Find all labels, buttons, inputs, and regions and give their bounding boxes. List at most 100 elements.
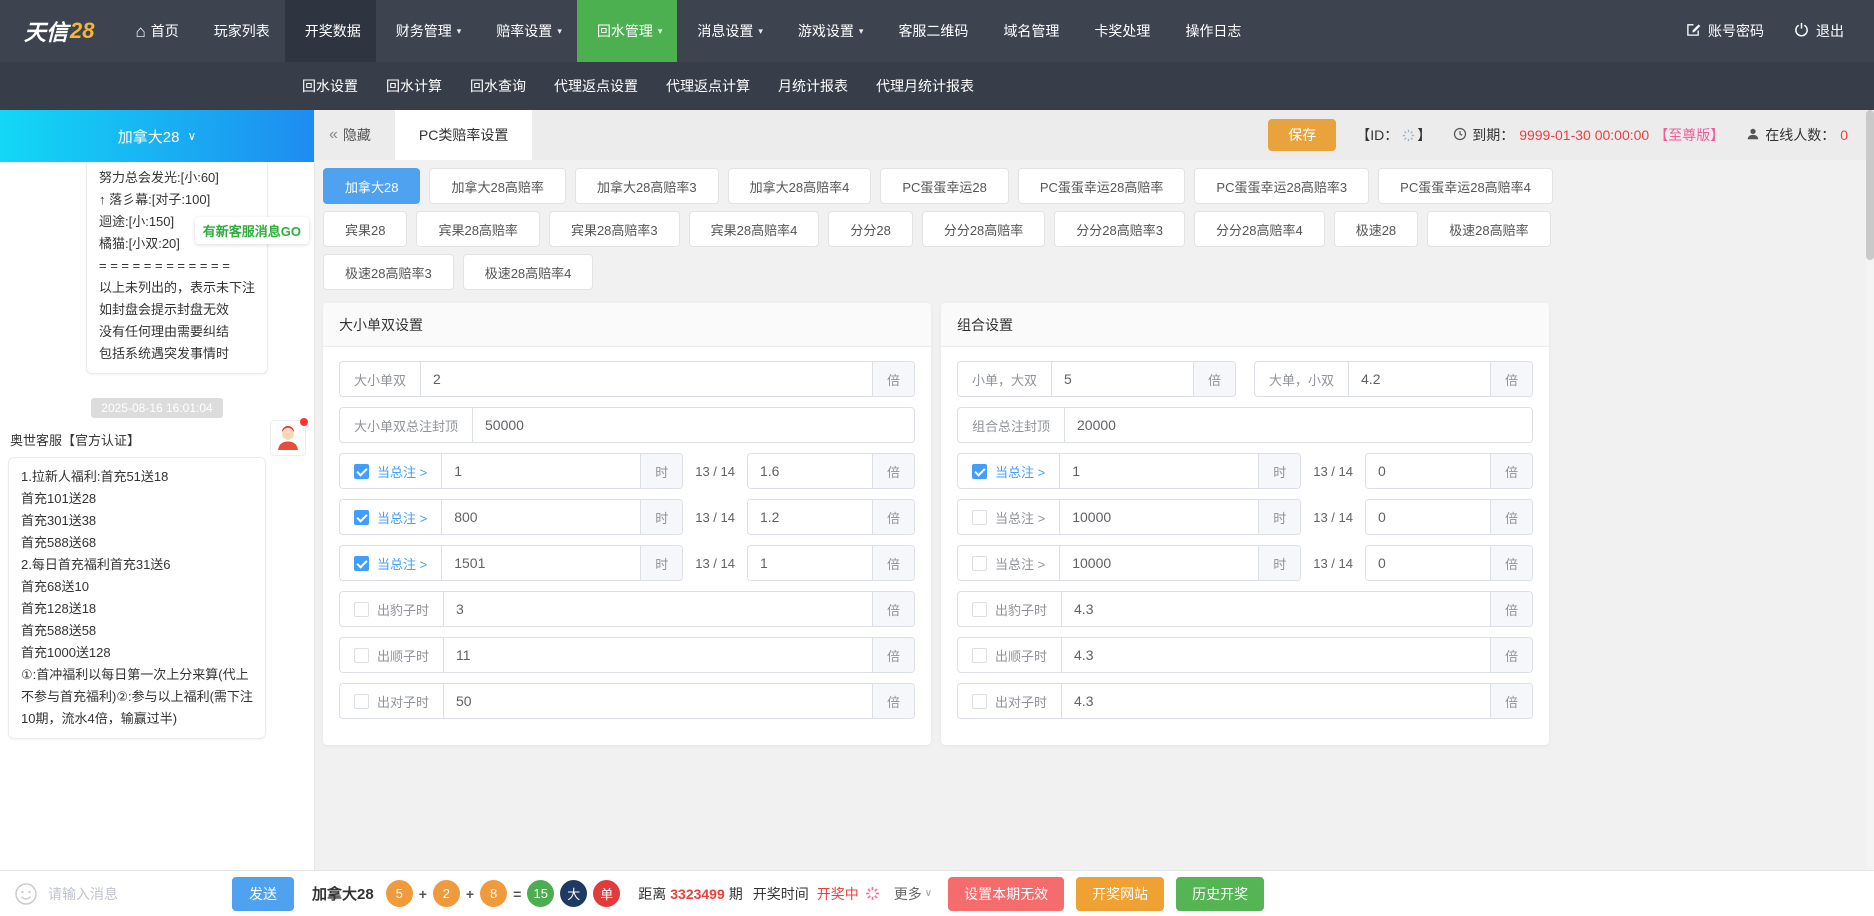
action-button[interactable]: 历史开奖: [1176, 876, 1265, 911]
page-tab[interactable]: PC类赔率设置: [394, 110, 533, 160]
game-tab[interactable]: 极速28: [1333, 211, 1419, 247]
row-checkbox[interactable]: [972, 509, 987, 525]
rate-input[interactable]: [748, 546, 872, 580]
row-checkbox[interactable]: [972, 647, 987, 663]
draw-countdown: 距离 3323499 期 开奖时间 开奖中: [638, 884, 880, 904]
rate-input[interactable]: [1366, 454, 1490, 488]
more-toggle[interactable]: 更多 ∨: [894, 884, 932, 904]
top-nav-item[interactable]: 操作日志: [1165, 0, 1256, 62]
row-checkbox[interactable]: [354, 463, 369, 479]
game-tab[interactable]: PC蛋蛋幸运28高赔率: [1017, 168, 1186, 204]
game-tab[interactable]: 宾果28高赔率4: [688, 211, 820, 247]
top-nav-item[interactable]: 财务管理 ▾: [376, 0, 477, 62]
top-nav-item[interactable]: 卡奖处理: [1074, 0, 1165, 62]
hide-sidebar-button[interactable]: « 隐藏: [329, 125, 371, 145]
game-tab[interactable]: 极速28高赔率: [1427, 211, 1551, 247]
message-input[interactable]: [48, 885, 226, 902]
rate-input[interactable]: [1366, 546, 1490, 580]
row-checkbox[interactable]: [972, 555, 987, 571]
cap-input[interactable]: [473, 408, 914, 442]
game-tab[interactable]: PC蛋蛋幸运28高赔率4: [1378, 168, 1553, 204]
emoji-icon[interactable]: [14, 882, 38, 906]
game-tab[interactable]: 加拿大28: [323, 168, 421, 204]
sub-nav-item[interactable]: 代理月统计报表: [862, 76, 988, 96]
sub-nav-item[interactable]: 代理返点设置: [540, 76, 652, 96]
sub-nav-item[interactable]: 回水设置: [288, 76, 372, 96]
top-nav-item[interactable]: 赔率设置 ▾: [476, 0, 577, 62]
top-nav-item[interactable]: 首页: [121, 0, 194, 62]
game-tab[interactable]: 极速28高赔率4: [462, 254, 594, 290]
rate-input[interactable]: [748, 500, 872, 534]
row-checkbox[interactable]: [354, 555, 369, 571]
row-checkbox[interactable]: [354, 601, 369, 617]
combo-odds-input[interactable]: [1052, 362, 1193, 396]
threshold-input[interactable]: [1060, 500, 1259, 534]
game-tab[interactable]: 宾果28高赔率: [416, 211, 540, 247]
row-checkbox[interactable]: [354, 693, 369, 709]
rate-input[interactable]: [1366, 500, 1490, 534]
top-nav-item[interactable]: 域名管理: [983, 0, 1074, 62]
game-tab[interactable]: 宾果28: [323, 211, 408, 247]
game-tab[interactable]: 加拿大28高赔率4: [727, 168, 872, 204]
chat-message-list[interactable]: 努力总会发光:[小:60] ↑ 落彡幕:[对子:100] 迴途:[小:150] 橘猫:…: [0, 162, 314, 870]
scrollbar-thumb[interactable]: [1866, 110, 1874, 260]
row-checkbox[interactable]: [354, 509, 369, 525]
threshold-input[interactable]: [442, 500, 641, 534]
game-tab[interactable]: 宾果28高赔率3: [548, 211, 680, 247]
top-nav-item[interactable]: 回水管理 ▾: [576, 0, 678, 62]
game-tab[interactable]: 分分28高赔率4: [1193, 211, 1325, 247]
action-button[interactable]: 开奖网站: [1076, 876, 1165, 911]
app-logo[interactable]: 天信 28: [0, 0, 121, 62]
double-left-arrow-icon: «: [329, 126, 338, 143]
special-row: 出顺子时 倍: [957, 637, 1533, 673]
game-tab[interactable]: PC蛋蛋幸运28: [880, 168, 1009, 204]
sub-nav-item[interactable]: 回水计算: [372, 76, 456, 96]
new-message-tooltip[interactable]: 有新客服消息GO: [194, 217, 309, 244]
threshold-input[interactable]: [1060, 546, 1259, 580]
special-rate-input[interactable]: [444, 638, 872, 672]
top-nav-item[interactable]: 开奖数据: [284, 0, 376, 62]
action-button[interactable]: 设置本期无效: [948, 876, 1065, 911]
cap-input[interactable]: [1065, 408, 1532, 442]
special-rate-input[interactable]: [1062, 592, 1490, 626]
special-rate-input[interactable]: [444, 684, 872, 718]
sub-nav-item[interactable]: 回水查询: [456, 76, 540, 96]
top-nav-item[interactable]: 玩家列表: [194, 0, 285, 62]
sub-nav-item[interactable]: 代理返点计算: [652, 76, 764, 96]
game-tab[interactable]: 分分28高赔率3: [1054, 211, 1185, 247]
threshold-label: 当总注 >: [377, 464, 428, 480]
game-tab[interactable]: 加拿大28高赔率: [429, 168, 566, 204]
save-button[interactable]: 保存: [1268, 119, 1337, 151]
odds-input[interactable]: [421, 362, 872, 396]
row-checkbox[interactable]: [354, 647, 369, 663]
game-tab[interactable]: 极速28高赔率3: [323, 254, 454, 290]
chevron-down-icon: ▾: [758, 25, 763, 36]
threshold-input[interactable]: [1060, 454, 1259, 488]
row-checkbox[interactable]: [972, 601, 987, 617]
sub-nav-item[interactable]: 月统计报表: [764, 76, 862, 96]
game-tab[interactable]: 分分28: [828, 211, 913, 247]
row-checkbox[interactable]: [972, 693, 987, 709]
top-nav-item[interactable]: 消息设置 ▾: [677, 0, 778, 62]
send-button[interactable]: 发送: [232, 876, 294, 911]
room-selector[interactable]: 加拿大28 ∨: [0, 110, 314, 162]
customer-service-avatar[interactable]: [270, 418, 308, 456]
logout-button[interactable]: 退出: [1794, 21, 1844, 41]
game-tab[interactable]: 加拿大28高赔率3: [574, 168, 719, 204]
game-tab[interactable]: PC蛋蛋幸运28高赔率3: [1194, 168, 1370, 204]
combo-odds-input[interactable]: [1349, 362, 1490, 396]
rate-input[interactable]: [748, 454, 872, 488]
special-rate-input[interactable]: [1062, 684, 1490, 718]
special-rate-input[interactable]: [444, 592, 872, 626]
threshold-input[interactable]: [442, 454, 641, 488]
scrollbar[interactable]: [1866, 110, 1874, 870]
top-nav-item[interactable]: 游戏设置 ▾: [778, 0, 879, 62]
row-checkbox[interactable]: [972, 463, 987, 479]
main-header: « 隐藏 PC类赔率设置 保存 【ID： 】 到期： 9999-01-30 00…: [315, 110, 1874, 160]
game-tab[interactable]: 分分28高赔率: [921, 211, 1046, 247]
special-rate-input[interactable]: [1062, 638, 1490, 672]
top-nav-item[interactable]: 客服二维码: [878, 0, 983, 62]
account-password-button[interactable]: 账号密码: [1686, 21, 1764, 41]
threshold-input[interactable]: [442, 546, 641, 580]
online-value: 0: [1840, 127, 1848, 143]
